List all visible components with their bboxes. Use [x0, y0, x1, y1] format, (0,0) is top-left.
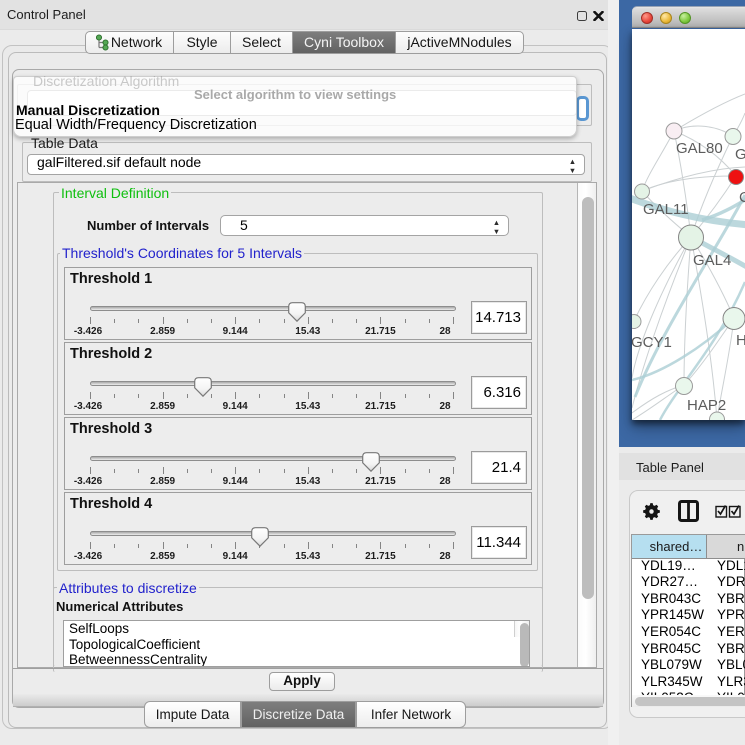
- svg-text:G.: G.: [735, 146, 745, 163]
- svg-text:GAL11: GAL11: [643, 201, 689, 218]
- svg-text:GCY1: GCY1: [632, 334, 672, 351]
- svg-text:C: C: [739, 189, 745, 206]
- svg-text:H: H: [736, 332, 745, 349]
- svg-text:HAP2: HAP2: [687, 397, 726, 414]
- svg-text:GAL80: GAL80: [676, 140, 723, 157]
- svg-text:GAL4: GAL4: [693, 252, 731, 269]
